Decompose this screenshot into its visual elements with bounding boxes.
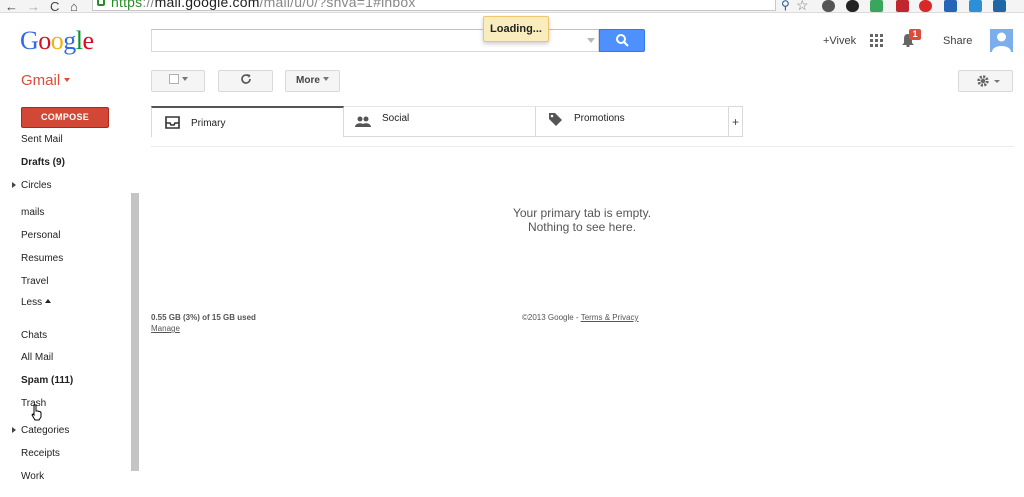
bug-extension-icon[interactable] bbox=[822, 0, 835, 12]
apps-grid-icon[interactable] bbox=[870, 34, 883, 47]
divider bbox=[151, 146, 1014, 147]
refresh-icon bbox=[240, 74, 251, 84]
sidebar-item-mails[interactable]: mails bbox=[21, 207, 44, 218]
sidebar-item-resumes[interactable]: Resumes bbox=[21, 253, 63, 264]
forward-icon[interactable]: → bbox=[27, 0, 40, 14]
avatar[interactable] bbox=[990, 29, 1013, 52]
address-url: https://mail.google.com/mail/u/0/?shva=1… bbox=[111, 0, 416, 10]
sidebar-item-spam[interactable]: Spam (111) bbox=[21, 375, 73, 386]
logo-letter: o bbox=[50, 26, 64, 55]
logo-letter: g bbox=[63, 26, 76, 55]
select-checkbox-button[interactable] bbox=[151, 70, 205, 92]
search-icon bbox=[616, 34, 629, 47]
tag-icon bbox=[549, 113, 562, 126]
gear-icon bbox=[977, 75, 1000, 87]
add-tab-button[interactable]: + bbox=[729, 106, 743, 137]
storage-usage: 0.55 GB (3%) of 15 GB used bbox=[151, 313, 256, 322]
google-logo[interactable]: Google bbox=[20, 26, 94, 56]
expand-triangle-icon[interactable] bbox=[12, 182, 16, 188]
sidebar-less-toggle[interactable]: Less bbox=[21, 297, 52, 308]
blue-extension-icon[interactable] bbox=[944, 0, 957, 12]
sidebar-item-work[interactable]: Work bbox=[21, 471, 44, 482]
chevron-down-icon bbox=[64, 78, 71, 82]
loading-indicator: Loading... bbox=[483, 16, 549, 42]
more-button[interactable]: More bbox=[285, 70, 340, 92]
settings-button[interactable] bbox=[958, 70, 1013, 92]
sidebar-item-categories[interactable]: Categories bbox=[21, 425, 69, 436]
empty-message-line-1: Your primary tab is empty. bbox=[512, 206, 652, 220]
sidebar-item-personal[interactable]: Personal bbox=[21, 230, 60, 241]
share-link[interactable]: Share bbox=[943, 35, 972, 47]
sidebar-item-all-mail[interactable]: All Mail bbox=[21, 352, 53, 363]
home-icon[interactable]: ⌂ bbox=[70, 0, 78, 14]
tab-primary[interactable]: Primary bbox=[151, 106, 344, 137]
tab-social[interactable]: Social bbox=[344, 106, 536, 137]
sidebar-item-travel[interactable]: Travel bbox=[21, 276, 48, 287]
copyright-footer: ©2013 Google - Terms & Privacy bbox=[522, 313, 639, 322]
sidebar-item-sent-mail[interactable]: Sent Mail bbox=[21, 134, 63, 145]
people-icon bbox=[355, 116, 371, 127]
red-extension-icon[interactable] bbox=[896, 0, 909, 12]
reload-icon[interactable]: C bbox=[50, 0, 59, 14]
category-tabs: Primary Social Promotions bbox=[151, 106, 743, 137]
expand-triangle-icon[interactable] bbox=[12, 427, 16, 433]
logo-letter: l bbox=[75, 26, 83, 55]
search-options-chevron-icon[interactable] bbox=[587, 38, 595, 43]
back-icon[interactable]: ← bbox=[5, 0, 18, 14]
sidebar-item-circles[interactable]: Circles bbox=[21, 180, 52, 191]
address-bar[interactable]: https://mail.google.com/mail/u/0/?shva=1… bbox=[92, 0, 776, 11]
compose-button[interactable]: COMPOSE bbox=[21, 107, 109, 128]
manage-storage-link[interactable]: Manage bbox=[151, 324, 180, 333]
tab-label: Promotions bbox=[574, 113, 625, 124]
browser-toolbar: ← → C ⌂ https://mail.google.com/mail/u/0… bbox=[0, 0, 1024, 14]
green-extension-icon[interactable] bbox=[870, 0, 883, 12]
sidebar-scrollbar[interactable] bbox=[131, 193, 139, 471]
terms-privacy-link[interactable]: Terms & Privacy bbox=[581, 313, 639, 322]
tab-promotions[interactable]: Promotions bbox=[536, 106, 729, 137]
logo-letter: G bbox=[20, 26, 39, 55]
chevron-down-icon bbox=[181, 77, 188, 81]
plus-profile-link[interactable]: +Vivek bbox=[823, 35, 856, 47]
lock-icon bbox=[97, 0, 105, 6]
notification-count-badge[interactable]: 1 bbox=[909, 29, 921, 40]
tab-label: Social bbox=[382, 113, 410, 124]
user-silhouette-icon bbox=[992, 32, 1011, 52]
chevron-up-icon bbox=[45, 299, 52, 303]
empty-message-line-2: Nothing to see here. bbox=[527, 220, 637, 234]
search-button[interactable] bbox=[599, 29, 645, 52]
inbox-icon bbox=[165, 116, 180, 129]
bookmark-star-icon[interactable]: ☆ bbox=[796, 0, 809, 14]
opera-extension-icon[interactable] bbox=[919, 0, 932, 12]
gear-extension-icon[interactable] bbox=[846, 0, 859, 12]
gmail-menu[interactable]: Gmail bbox=[21, 72, 71, 89]
tab-label: Primary bbox=[191, 118, 226, 129]
checkbox-icon bbox=[168, 74, 179, 84]
zoom-icon[interactable]: ⚲ bbox=[781, 0, 790, 12]
hand-cursor-icon bbox=[31, 404, 42, 421]
logo-letter: e bbox=[82, 26, 95, 55]
chevron-down-icon bbox=[322, 77, 329, 81]
sidebar-item-chats[interactable]: Chats bbox=[21, 330, 47, 341]
logo-letter: o bbox=[38, 26, 51, 55]
chart-extension-icon[interactable] bbox=[993, 0, 1006, 12]
sidebar-item-receipts[interactable]: Receipts bbox=[21, 448, 60, 459]
sidebar-item-drafts[interactable]: Drafts (9) bbox=[21, 157, 65, 168]
refresh-button[interactable] bbox=[218, 70, 273, 92]
screen-extension-icon[interactable] bbox=[969, 0, 982, 12]
